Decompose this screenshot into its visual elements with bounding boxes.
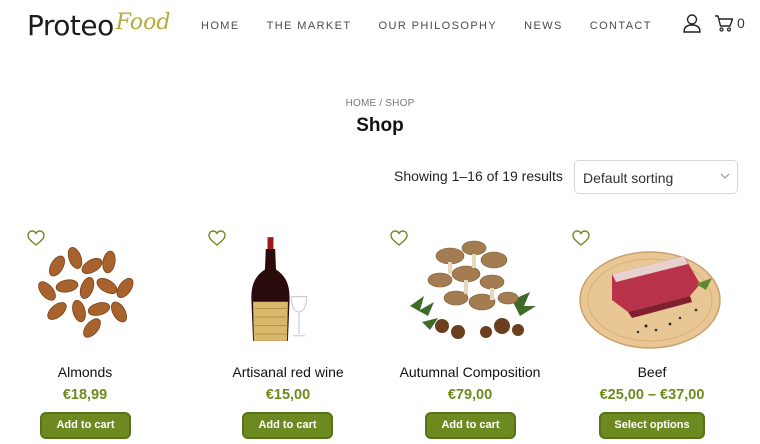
nav-contact[interactable]: CONTACT [590,19,652,33]
result-count: Showing 1–16 of 19 results [394,168,563,184]
product-card: Artisanal red wine €15,00 Add to cart [208,226,368,444]
product-name[interactable]: Almonds [5,364,165,380]
main-nav: HOME THE MARKET OUR PHILOSOPHY NEWS CONT… [201,19,679,33]
user-icon[interactable] [682,13,702,33]
wine-bottle-image[interactable] [208,226,344,352]
product-name[interactable]: Autumnal Composition [390,364,550,380]
product-price: €15,00 [265,387,311,403]
product-price: €18,99 [62,387,108,403]
cart-link[interactable]: 0 [714,14,745,32]
product-card: Beef €25,00 – €37,00 Select options [572,226,732,444]
add-to-cart-button[interactable]: Add to cart [242,412,333,439]
site-logo[interactable]: Proteo Food [27,6,170,46]
nav-our-philosophy[interactable]: OUR PHILOSOPHY [379,19,498,33]
sorting-selected-value: Default sorting [583,170,674,186]
page-title: Shop [356,115,404,136]
mushrooms-image[interactable] [402,226,538,352]
site-header: Proteo Food HOME THE MARKET OUR PHILOSOP… [0,0,760,52]
product-card: Autumnal Composition €79,00 Add to cart [390,226,550,444]
product-price: €79,00 [447,387,493,403]
add-to-cart-button[interactable]: Add to cart [40,412,131,439]
nav-the-market[interactable]: THE MARKET [267,19,352,33]
logo-wordmark: Proteo [27,9,114,42]
product-price: €25,00 – €37,00 [599,387,705,403]
cart-count: 0 [737,15,745,31]
beef-image[interactable] [576,226,722,352]
cart-icon [715,15,734,32]
almonds-image[interactable] [17,226,153,352]
chevron-down-icon [720,173,730,179]
select-options-button[interactable]: Select options [599,412,705,439]
logo-script-text: Food [115,10,171,35]
breadcrumb: HOME / SHOP [345,98,415,109]
product-card: Almonds €18,99 Add to cart [5,226,165,444]
add-to-cart-button[interactable]: Add to cart [425,412,516,439]
product-name[interactable]: Beef [572,364,732,380]
product-name[interactable]: Artisanal red wine [208,364,368,380]
nav-home[interactable]: HOME [201,19,240,33]
nav-news[interactable]: NEWS [524,19,563,33]
sorting-select[interactable]: Default sorting [574,160,738,194]
